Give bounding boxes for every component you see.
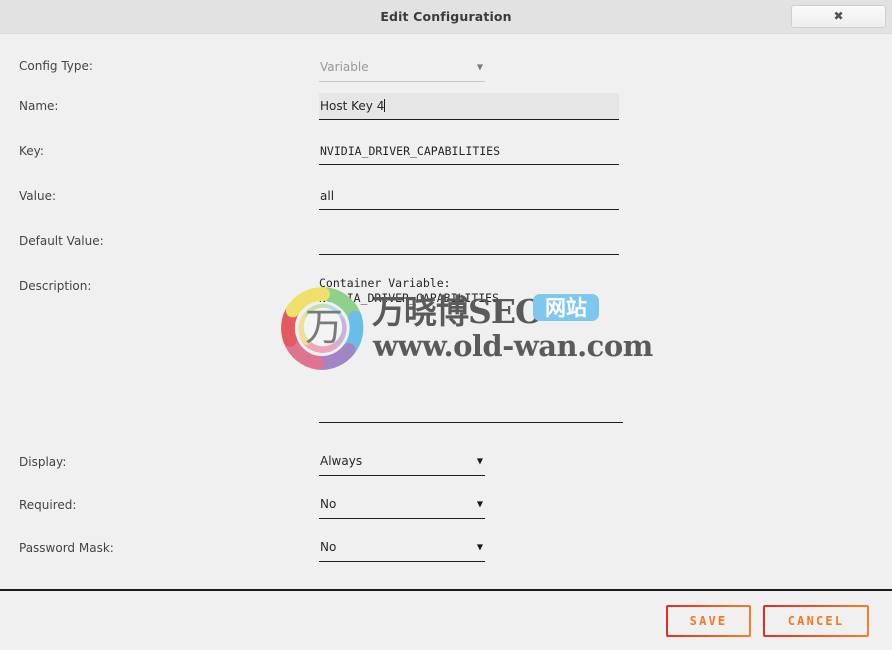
- description-textarea[interactable]: Container Variable: NVIDIA_DRIVER_CAPABI…: [319, 276, 623, 423]
- required-value: No: [320, 497, 337, 511]
- display-select[interactable]: Always ▼: [319, 449, 485, 476]
- password-mask-value: No: [320, 540, 337, 554]
- name-input[interactable]: Host Key 4: [319, 93, 619, 120]
- label-key: Key:: [19, 144, 44, 158]
- config-type-value: Variable: [320, 60, 369, 74]
- close-button[interactable]: ✖: [791, 5, 886, 28]
- value-input[interactable]: all: [319, 183, 619, 210]
- chevron-down-icon: ▼: [476, 542, 483, 552]
- label-config-type: Config Type:: [19, 59, 93, 73]
- label-password-mask: Password Mask:: [19, 541, 114, 555]
- edit-configuration-dialog: Edit Configuration ✖ Config Type: Variab…: [0, 0, 892, 650]
- required-select[interactable]: No ▼: [319, 492, 485, 519]
- chevron-down-icon: ▼: [476, 456, 483, 466]
- save-button-label: SAVE: [689, 614, 728, 628]
- display-value: Always: [320, 454, 363, 468]
- label-name: Name:: [19, 99, 59, 113]
- config-type-select: Variable ▼: [319, 55, 485, 82]
- close-icon: ✖: [833, 9, 844, 23]
- chevron-down-icon: ▼: [476, 499, 483, 509]
- name-input-value: Host Key 4: [320, 99, 385, 113]
- save-button[interactable]: SAVE: [666, 605, 751, 637]
- cancel-button[interactable]: CANCEL: [763, 605, 869, 637]
- key-input[interactable]: NVIDIA_DRIVER_CAPABILITIES: [319, 138, 619, 165]
- default-value-input[interactable]: [319, 228, 619, 255]
- label-description: Description:: [19, 279, 92, 293]
- form-area: Config Type: Variable ▼ Name: Host Key 4…: [0, 35, 892, 589]
- label-default-value: Default Value:: [19, 234, 104, 248]
- chevron-down-icon: ▼: [476, 62, 483, 72]
- title-bar: Edit Configuration ✖: [0, 0, 892, 34]
- label-display: Display:: [19, 455, 67, 469]
- password-mask-select[interactable]: No ▼: [319, 535, 485, 562]
- text-caret: [384, 99, 386, 112]
- label-required: Required:: [19, 498, 77, 512]
- footer: SAVE CANCEL: [0, 591, 892, 650]
- label-value: Value:: [19, 189, 56, 203]
- window-title: Edit Configuration: [380, 9, 512, 24]
- cancel-button-label: CANCEL: [787, 614, 845, 628]
